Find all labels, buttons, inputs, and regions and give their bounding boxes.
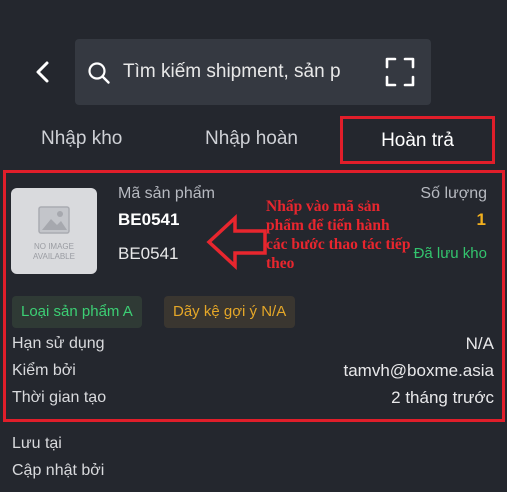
- created-time-value: 2 tháng trước: [391, 388, 494, 407]
- quantity-label: Số lượng: [420, 185, 487, 202]
- stored-at-label: Lưu tại: [12, 435, 62, 452]
- checked-by-label: Kiểm bởi: [12, 362, 76, 379]
- annotation-arrow-icon: [206, 214, 267, 270]
- search-icon: [88, 62, 110, 84]
- search-bar[interactable]: Tìm kiếm shipment, sản p: [75, 39, 431, 105]
- product-sku: BE0541: [118, 244, 179, 263]
- annotation-text: Nhấp vào mã sản phẩm để tiến hành các bư…: [266, 198, 411, 272]
- checked-by-value: tamvh@boxme.asia: [343, 361, 495, 380]
- tab-nhap-hoan[interactable]: Nhập hoàn: [205, 128, 298, 150]
- expiry-label: Hạn sử dụng: [12, 335, 105, 352]
- tab-nhap-kho[interactable]: Nhập kho: [41, 128, 122, 150]
- shelf-suggestion-tag: Dãy kệ gợi ý N/A: [164, 296, 296, 328]
- product-code-link[interactable]: BE0541: [118, 210, 179, 230]
- tab-hoan-tra[interactable]: Hoàn trả: [340, 130, 495, 152]
- quantity-value: 1: [476, 210, 486, 229]
- no-image-text: NO IMAGE: [33, 242, 74, 251]
- expiry-value: N/A: [465, 334, 494, 353]
- status-badge: Đã lưu kho: [413, 245, 487, 262]
- product-thumbnail: NO IMAGE AVAILABLE: [11, 188, 97, 274]
- updated-by-label: Cập nhật bởi: [12, 462, 105, 479]
- scan-icon[interactable]: [385, 57, 415, 87]
- back-arrow-icon[interactable]: [30, 58, 58, 86]
- product-type-tag: Loại sản phẩm A: [12, 296, 142, 328]
- no-image-text-2: AVAILABLE: [33, 252, 75, 261]
- search-input[interactable]: Tìm kiếm shipment, sản p: [123, 61, 383, 83]
- product-code-label: Mã sản phẩm: [118, 185, 215, 202]
- no-image-icon: [38, 206, 70, 234]
- created-time-label: Thời gian tạo: [12, 389, 107, 406]
